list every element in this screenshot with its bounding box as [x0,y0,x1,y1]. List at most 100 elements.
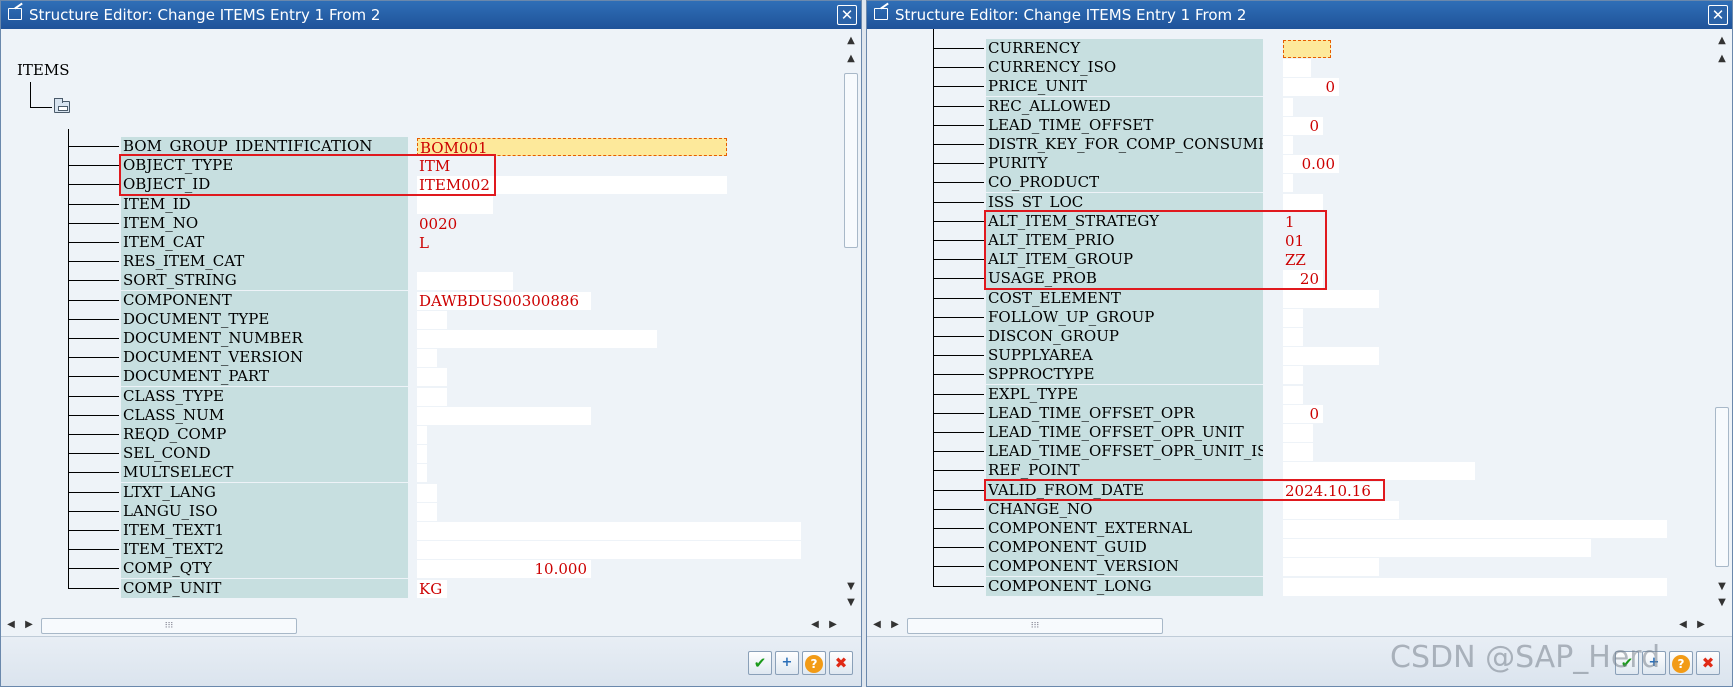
field-value-input[interactable]: ZZ [1283,251,1306,269]
tree-connector [933,259,984,261]
field-value-input[interactable]: ITM [417,157,450,175]
field-value-input[interactable]: 0020 [417,215,457,233]
field-value-input[interactable] [417,349,437,368]
field-value-input[interactable]: 20 [1283,270,1323,289]
new-entry-icon[interactable]: + [775,651,799,675]
field-value-input[interactable] [1283,385,1303,404]
field-value-input[interactable] [1283,366,1303,385]
field-value-input[interactable]: 01 [1283,232,1304,250]
field-row: ITEM_ID [1,194,841,214]
folder-icon[interactable] [54,98,70,113]
field-value-input[interactable]: 10.000 [417,560,591,579]
field-value-input[interactable] [1283,462,1475,481]
scroll-up-icon[interactable]: ▲ [844,33,858,49]
field-value-input[interactable] [417,502,437,521]
field-label: ITEM_CAT [121,233,408,252]
field-value-input[interactable] [417,483,437,502]
field-value-input[interactable] [417,310,447,329]
field-value-input[interactable] [1283,289,1379,308]
field-label: LEAD_TIME_OFFSET_OPR_UNIT_ISO [986,442,1263,462]
tree-connector [933,297,984,299]
field-value-input[interactable] [1283,520,1667,538]
close-icon[interactable]: ✕ [837,5,857,25]
field-label: COMPONENT_VERSION [986,557,1263,577]
field-value-input[interactable] [417,426,427,444]
field-value-input[interactable] [417,253,425,271]
field-value-input[interactable] [417,272,513,291]
scroll-up-icon[interactable]: ▲ [1715,33,1729,49]
horizontal-scrollbar[interactable]: ◀ ▶ ⁝⁝⁝ ◀ ▶ [1,614,843,636]
field-label: COMPONENT [121,290,408,310]
field-value-input[interactable] [1283,347,1379,366]
help-icon[interactable]: ? [802,651,826,675]
field-row: ITEM_NO 0020 [1,213,841,233]
field-value-input[interactable] [1283,40,1331,58]
field-value-input[interactable] [1283,174,1293,193]
field-value-input[interactable]: 0 [1283,404,1323,423]
scroll-right-icon[interactable]: ▶ [1693,614,1709,636]
field-value-input[interactable]: BOM001 [417,138,727,156]
field-value-input[interactable]: 2024.10.16 [1283,481,1385,500]
scroll-down-icon[interactable]: ▼ [1715,595,1729,611]
field-value-input[interactable] [1283,97,1293,116]
checkmark-icon[interactable]: ✔ [1615,651,1639,675]
window-title: Structure Editor: Change ITEMS Entry 1 F… [29,6,381,24]
scroll-right-icon[interactable]: ▶ [887,614,903,636]
field-value-input[interactable] [417,406,591,425]
field-value-input[interactable] [1283,424,1313,442]
field-value-input[interactable]: L [417,234,429,252]
field-value-input[interactable]: 0.00 [1283,155,1339,174]
field-value-input[interactable]: ITEM002 [417,176,727,195]
field-value-input[interactable]: DAWBDUS00300886 [417,291,591,310]
field-value-input[interactable] [417,522,801,540]
field-value-input[interactable]: KG [417,579,447,598]
scroll-left-icon[interactable]: ◀ [1675,614,1691,636]
field-value-input[interactable] [417,445,427,464]
vertical-scrollbar[interactable]: ▲ ▲ ▼ ▼ [841,29,861,614]
scroll-down-icon[interactable]: ▼ [1715,579,1729,595]
field-value-input[interactable] [417,330,657,348]
field-value-input[interactable] [417,464,427,483]
help-icon[interactable]: ? [1669,651,1693,675]
cancel-icon[interactable]: ✖ [1696,651,1720,675]
field-value-input[interactable]: 0 [1283,78,1339,97]
field-value-input[interactable] [417,195,493,214]
scroll-right-icon[interactable]: ▶ [21,614,37,636]
field-value-input[interactable] [1283,500,1399,519]
field-value-input[interactable] [1283,539,1591,558]
field-value-input[interactable]: 0 [1283,116,1323,135]
scroll-down-icon[interactable]: ▼ [844,579,858,595]
field-row: REC_ALLOWED [867,96,1707,116]
scroll-thumb[interactable]: ⁝⁝⁝ [41,618,297,634]
field-value-input[interactable] [1283,136,1293,154]
scroll-left-icon[interactable]: ◀ [807,614,823,636]
cancel-icon[interactable]: ✖ [829,651,853,675]
scroll-left-icon[interactable]: ◀ [869,614,885,636]
vertical-scrollbar[interactable]: ▲ ▲ ▼ ▼ [1712,29,1732,614]
field-value-input[interactable] [417,387,447,406]
field-value-input[interactable] [417,541,801,560]
scroll-up-icon[interactable]: ▲ [844,51,858,67]
scroll-thumb[interactable] [1715,407,1729,567]
checkmark-icon[interactable]: ✔ [748,651,772,675]
field-value-input[interactable] [1283,328,1303,346]
new-entry-icon[interactable]: + [1642,651,1666,675]
field-value-input[interactable] [1283,558,1379,577]
field-value-input[interactable]: 1 [1283,213,1295,231]
scroll-right-icon[interactable]: ▶ [825,614,841,636]
field-value-input[interactable] [1283,308,1303,327]
field-value-input[interactable] [1283,59,1311,78]
field-value-input[interactable] [1283,193,1323,212]
scroll-thumb[interactable]: ⁝⁝⁝ [907,618,1163,634]
close-icon[interactable]: ✕ [1708,5,1728,25]
field-value-input[interactable] [1283,443,1313,462]
tree-connector [933,547,984,549]
field-value-input[interactable] [417,368,447,387]
scroll-left-icon[interactable]: ◀ [3,614,19,636]
scroll-up-icon[interactable]: ▲ [1715,51,1729,67]
horizontal-scrollbar[interactable]: ◀ ▶ ⁝⁝⁝ ◀ ▶ [867,614,1714,636]
scroll-thumb[interactable] [844,73,858,248]
field-row: OBJECT_ID ITEM002 [1,175,841,195]
scroll-down-icon[interactable]: ▼ [844,595,858,611]
field-value-input[interactable] [1283,577,1667,596]
